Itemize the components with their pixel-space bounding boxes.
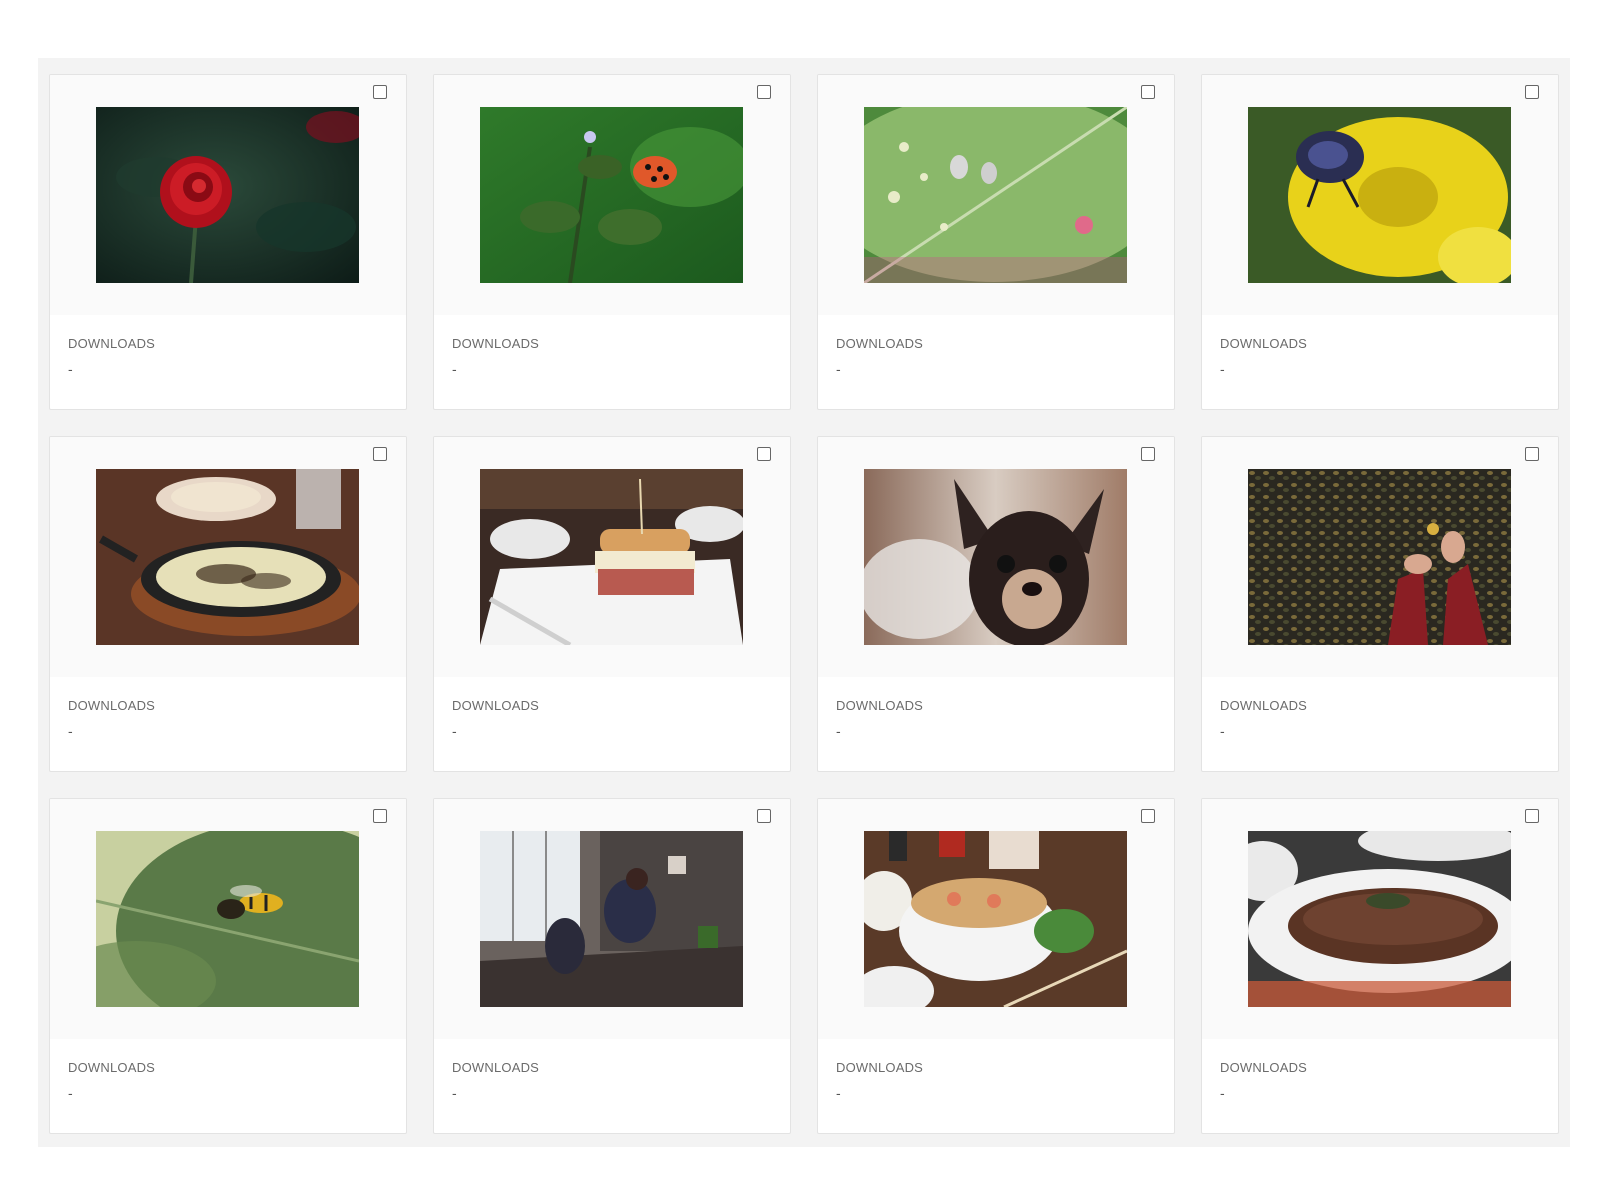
thumbnail-area	[50, 437, 406, 677]
asset-grid-panel: DOWNLOADS - DOWNLOADS - DOWNLOADS - DOWN…	[38, 58, 1570, 1147]
thumbnail-area	[50, 799, 406, 1039]
thumbnail-area	[1202, 437, 1558, 677]
select-checkbox[interactable]	[373, 85, 387, 99]
select-checkbox[interactable]	[757, 85, 771, 99]
downloads-value: -	[1220, 1085, 1225, 1101]
thumbnail-area	[818, 437, 1174, 677]
ladybug-photo[interactable]	[480, 107, 743, 283]
red-rose-photo[interactable]	[96, 107, 359, 283]
select-checkbox[interactable]	[373, 447, 387, 461]
asset-card[interactable]: DOWNLOADS -	[817, 74, 1175, 410]
sandwich-photo[interactable]	[480, 469, 743, 645]
select-checkbox[interactable]	[1141, 809, 1155, 823]
asset-card[interactable]: DOWNLOADS -	[433, 74, 791, 410]
select-checkbox[interactable]	[1525, 447, 1539, 461]
downloads-label: DOWNLOADS	[836, 336, 924, 351]
thumbnail-area	[818, 799, 1174, 1039]
asset-card[interactable]: DOWNLOADS -	[433, 798, 791, 1134]
downloads-value: -	[68, 361, 73, 377]
asset-grid: DOWNLOADS - DOWNLOADS - DOWNLOADS - DOWN…	[49, 74, 1559, 1134]
downloads-label: DOWNLOADS	[452, 336, 540, 351]
thumbnail-area	[434, 799, 790, 1039]
downloads-value: -	[68, 1085, 73, 1101]
select-checkbox[interactable]	[757, 447, 771, 461]
pho-soup-photo[interactable]	[864, 831, 1127, 1007]
thumbnail-area	[818, 75, 1174, 315]
select-checkbox[interactable]	[1141, 85, 1155, 99]
downloads-label: DOWNLOADS	[836, 1060, 924, 1075]
downloads-label: DOWNLOADS	[1220, 698, 1308, 713]
downloads-label: DOWNLOADS	[1220, 1060, 1308, 1075]
asset-card[interactable]: DOWNLOADS -	[433, 436, 791, 772]
downloads-label: DOWNLOADS	[68, 1060, 156, 1075]
downloads-value: -	[452, 361, 457, 377]
downloads-value: -	[836, 1085, 841, 1101]
skillet-dish-photo[interactable]	[96, 469, 359, 645]
downloads-label: DOWNLOADS	[452, 698, 540, 713]
select-checkbox[interactable]	[1525, 85, 1539, 99]
thumbnail-area	[434, 437, 790, 677]
asset-card[interactable]: DOWNLOADS -	[49, 798, 407, 1134]
select-checkbox[interactable]	[373, 809, 387, 823]
wasp-on-leaf-photo[interactable]	[96, 831, 359, 1007]
thumbnail-area	[1202, 75, 1558, 315]
downloads-value: -	[836, 723, 841, 739]
steak-plate-photo[interactable]	[1248, 831, 1511, 1007]
downloads-label: DOWNLOADS	[68, 698, 156, 713]
select-checkbox[interactable]	[1141, 447, 1155, 461]
asset-card[interactable]: DOWNLOADS -	[1201, 798, 1559, 1134]
asset-card[interactable]: DOWNLOADS -	[49, 436, 407, 772]
asset-card[interactable]: DOWNLOADS -	[1201, 74, 1559, 410]
downloads-value: -	[68, 723, 73, 739]
downloads-label: DOWNLOADS	[1220, 336, 1308, 351]
thumbnail-area	[434, 75, 790, 315]
chihuahua-photo[interactable]	[864, 469, 1127, 645]
thumbnail-area	[50, 75, 406, 315]
downloads-value: -	[1220, 361, 1225, 377]
downloads-value: -	[452, 1085, 457, 1101]
beetle-on-yellow-flower-photo[interactable]	[1248, 107, 1511, 283]
asset-card[interactable]: DOWNLOADS -	[817, 436, 1175, 772]
thumbnail-area	[1202, 799, 1558, 1039]
hands-in-leaves-photo[interactable]	[1248, 469, 1511, 645]
downloads-label: DOWNLOADS	[452, 1060, 540, 1075]
select-checkbox[interactable]	[1525, 809, 1539, 823]
bugs-on-leaf-photo[interactable]	[864, 107, 1127, 283]
woman-at-desk-photo[interactable]	[480, 831, 743, 1007]
downloads-value: -	[1220, 723, 1225, 739]
asset-card[interactable]: DOWNLOADS -	[49, 74, 407, 410]
downloads-value: -	[452, 723, 457, 739]
asset-card[interactable]: DOWNLOADS -	[1201, 436, 1559, 772]
asset-card[interactable]: DOWNLOADS -	[817, 798, 1175, 1134]
downloads-value: -	[836, 361, 841, 377]
downloads-label: DOWNLOADS	[68, 336, 156, 351]
downloads-label: DOWNLOADS	[836, 698, 924, 713]
select-checkbox[interactable]	[757, 809, 771, 823]
